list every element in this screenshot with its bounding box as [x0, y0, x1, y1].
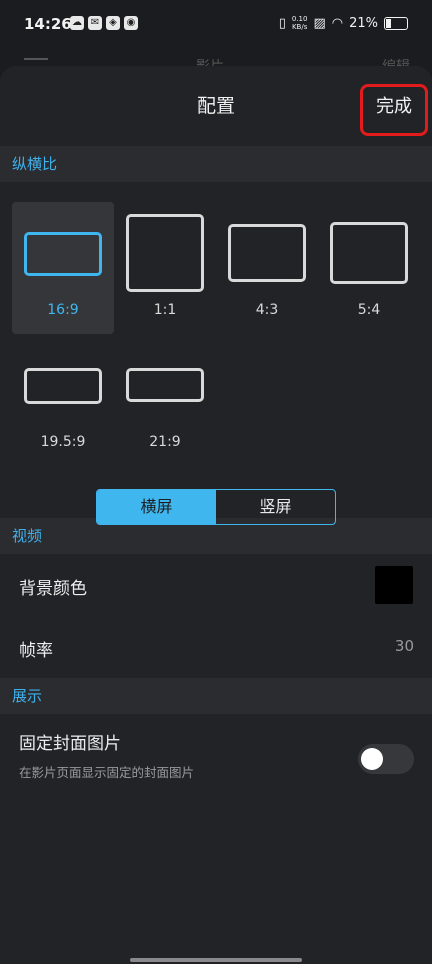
network-speed: 0.10 KB/s — [292, 15, 308, 31]
home-indicator — [130, 958, 302, 962]
frame-rate-row[interactable]: 帧率 30 — [0, 616, 432, 678]
landscape-option[interactable]: 横屏 — [97, 490, 216, 524]
app-icon: ◈ — [106, 16, 120, 30]
ratio-4-3-icon — [228, 224, 306, 282]
switch-knob — [361, 748, 383, 770]
section-aspect-ratio: 纵横比 — [0, 146, 432, 182]
vibrate-icon: ▯ — [278, 15, 286, 31]
aspect-ratio-grid: 16:9 1:1 4:3 5:4 19.5:9 21:9 — [0, 182, 432, 482]
notification-icons: ☁ ✉ ◈ ◉ — [70, 16, 138, 30]
ratio-label: 16:9 — [47, 302, 79, 318]
page-title: 配置 — [196, 95, 235, 117]
ratio-label: 5:4 — [357, 302, 381, 318]
ratio-label: 1:1 — [153, 302, 177, 318]
orientation-toggle: 横屏 竖屏 — [96, 489, 336, 525]
no-sim-icon: ▨ — [313, 15, 326, 31]
ratio-option-4-3[interactable]: 4:3 — [216, 202, 318, 334]
sheet-header: 配置 完成 — [0, 66, 432, 146]
ratio-19-5-9-icon — [24, 368, 102, 404]
menu-icon — [24, 58, 48, 60]
ratio-16-9-icon — [24, 232, 102, 276]
background-color-label: 背景颜色 — [19, 579, 87, 599]
battery-icon — [384, 16, 408, 30]
fixed-cover-label: 固定封面图片 — [19, 734, 121, 754]
ratio-option-21-9[interactable]: 21:9 — [114, 334, 216, 466]
battery-text: 21% — [349, 15, 378, 31]
status-right: ▯ 0.10 KB/s ▨ ◠ 21% — [279, 15, 408, 31]
ratio-21-9-icon — [126, 368, 204, 402]
network-speed-unit: KB/s — [291, 23, 308, 31]
network-speed-value: 0.10 — [291, 15, 308, 23]
background-color-row[interactable]: 背景颜色 — [0, 554, 432, 616]
portrait-option[interactable]: 竖屏 — [216, 490, 335, 524]
frame-rate-value: 30 — [394, 637, 414, 655]
ratio-label: 21:9 — [149, 434, 181, 450]
weibo-icon: ◉ — [124, 16, 138, 30]
ratio-option-5-4[interactable]: 5:4 — [318, 202, 420, 334]
ratio-label: 19.5:9 — [40, 434, 86, 450]
ratio-1-1-icon — [126, 214, 204, 292]
wifi-icon: ◠ — [331, 15, 344, 31]
ratio-option-1-1[interactable]: 1:1 — [114, 202, 216, 334]
done-button[interactable]: 完成 — [376, 92, 412, 118]
ratio-5-4-icon — [330, 222, 408, 284]
status-time: 14:26 — [24, 15, 72, 33]
ratio-option-16-9[interactable]: 16:9 — [12, 202, 114, 334]
fixed-cover-description: 在影片页面显示固定的封面图片 — [19, 765, 195, 780]
section-display: 展示 — [0, 678, 432, 714]
message-icon: ✉ — [88, 16, 102, 30]
ratio-label: 4:3 — [255, 302, 279, 318]
ratio-option-19-5-9[interactable]: 19.5:9 — [12, 334, 114, 466]
cloud-icon: ☁ — [70, 16, 84, 30]
fixed-cover-row: 固定封面图片 在影片页面显示固定的封面图片 — [0, 714, 432, 804]
status-bar: 14:26 ☁ ✉ ◈ ◉ ▯ 0.10 KB/s ▨ ◠ 21% — [0, 0, 432, 48]
config-sheet: 配置 完成 纵横比 16:9 1:1 4:3 5:4 19.5:9 21:9 横… — [0, 66, 432, 964]
fixed-cover-switch[interactable] — [358, 744, 414, 774]
background-color-swatch[interactable] — [375, 566, 413, 604]
frame-rate-label: 帧率 — [19, 641, 53, 661]
